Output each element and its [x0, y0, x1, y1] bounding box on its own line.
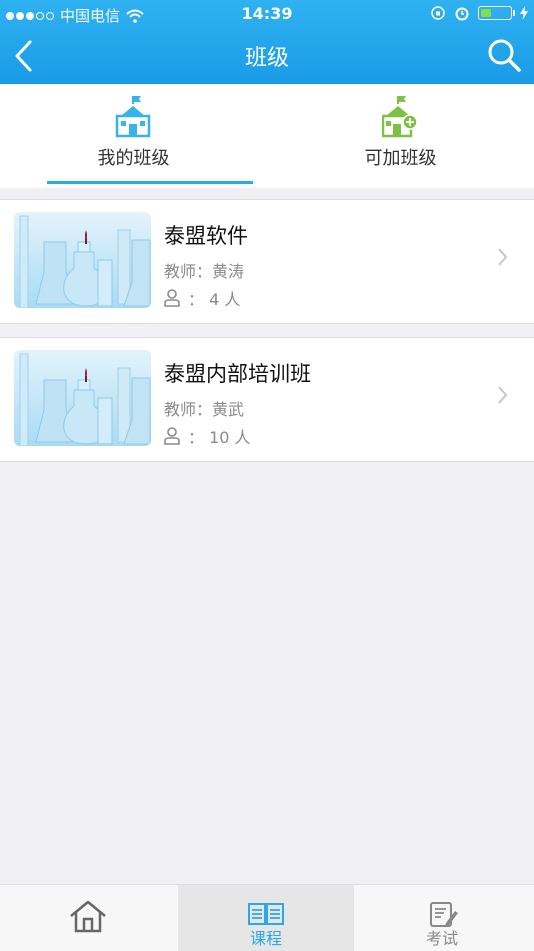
school-icon [115, 96, 151, 138]
class-card[interactable]: 泰盟内部培训班 教师：黄武 ： 10 人 [0, 337, 534, 462]
person-icon [164, 289, 180, 307]
status-right [430, 5, 528, 21]
class-thumbnail [14, 212, 151, 308]
home-icon [70, 900, 106, 933]
chevron-right-icon [498, 386, 508, 404]
tabbar-courses[interactable]: 课程 [178, 885, 354, 951]
page-title: 班级 [244, 46, 289, 71]
status-bar: 中国电信 14:39 [0, 0, 534, 28]
tab-label: 可加班级 [364, 148, 437, 169]
class-member-count: ： 10 人 [164, 424, 251, 448]
person-icon [164, 427, 180, 445]
tab-my-classes[interactable]: 我的班级 [0, 84, 267, 188]
tabbar-label: 考试 [425, 929, 458, 948]
class-teacher: 教师：黄涛 [164, 262, 245, 281]
class-thumbnail [14, 350, 151, 446]
member-count-label: ： 10 人 [188, 428, 251, 447]
class-tabs: 我的班级 可加班级 [0, 84, 534, 188]
school-add-icon [382, 96, 418, 138]
charging-icon [520, 6, 528, 20]
class-member-count: ： 4 人 [164, 286, 240, 310]
alarm-icon [455, 7, 469, 21]
battery-icon [478, 6, 515, 20]
nav-bar: 班级 [0, 28, 534, 84]
class-card[interactable]: 泰盟软件 教师：黄涛 ： 4 人 [0, 199, 534, 324]
class-name: 泰盟内部培训班 [164, 362, 311, 386]
tab-joinable-classes[interactable]: 可加班级 [267, 84, 534, 188]
search-icon[interactable] [486, 37, 522, 73]
member-count-label: ： 4 人 [188, 290, 241, 309]
active-tab-indicator [47, 181, 253, 184]
tabbar-label: 课程 [249, 929, 282, 948]
tab-label: 我的班级 [97, 148, 170, 169]
tabbar-exams[interactable]: 考试 [354, 885, 530, 951]
app-header: 中国电信 14:39 班级 [0, 0, 534, 84]
bottom-tab-bar: 课程 考试 [0, 884, 534, 951]
orientation-lock-icon [431, 6, 445, 20]
chevron-right-icon [498, 248, 508, 266]
class-teacher: 教师：黄武 [164, 400, 245, 419]
class-name: 泰盟软件 [164, 224, 248, 248]
tabbar-home[interactable] [0, 885, 176, 951]
